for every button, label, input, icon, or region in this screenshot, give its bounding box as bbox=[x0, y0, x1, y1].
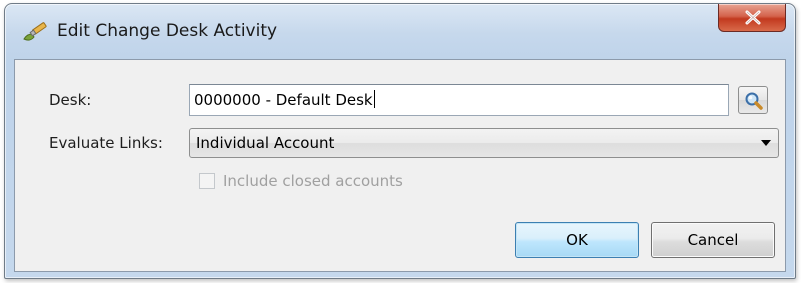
desk-input[interactable]: 0000000 - Default Desk bbox=[189, 84, 729, 116]
cancel-button[interactable]: Cancel bbox=[651, 222, 775, 258]
desk-input-value: 0000000 - Default Desk bbox=[194, 91, 373, 109]
desk-search-button[interactable] bbox=[738, 86, 768, 114]
dialog-window: Edit Change Desk Activity Desk: 0000000 … bbox=[4, 3, 796, 279]
title-bar[interactable]: Edit Change Desk Activity bbox=[5, 4, 795, 56]
evaluate-links-selected-value: Individual Account bbox=[196, 134, 335, 152]
window-title: Edit Change Desk Activity bbox=[57, 21, 278, 41]
text-caret bbox=[373, 90, 375, 108]
evaluate-links-label: Evaluate Links: bbox=[49, 134, 163, 152]
close-x-icon bbox=[745, 10, 761, 25]
ok-button[interactable]: OK bbox=[515, 222, 639, 258]
magnifier-icon bbox=[745, 92, 763, 110]
dropdown-arrow-icon bbox=[761, 140, 771, 146]
dialog-body: Desk: 0000000 - Default Desk Evaluate Li… bbox=[14, 59, 786, 272]
evaluate-links-select[interactable]: Individual Account bbox=[189, 128, 779, 158]
include-closed-checkbox[interactable] bbox=[199, 173, 215, 189]
pencil-brush-icon bbox=[21, 20, 47, 44]
close-button[interactable] bbox=[718, 4, 786, 32]
include-closed-label: Include closed accounts bbox=[223, 172, 403, 190]
desk-label: Desk: bbox=[49, 91, 92, 109]
